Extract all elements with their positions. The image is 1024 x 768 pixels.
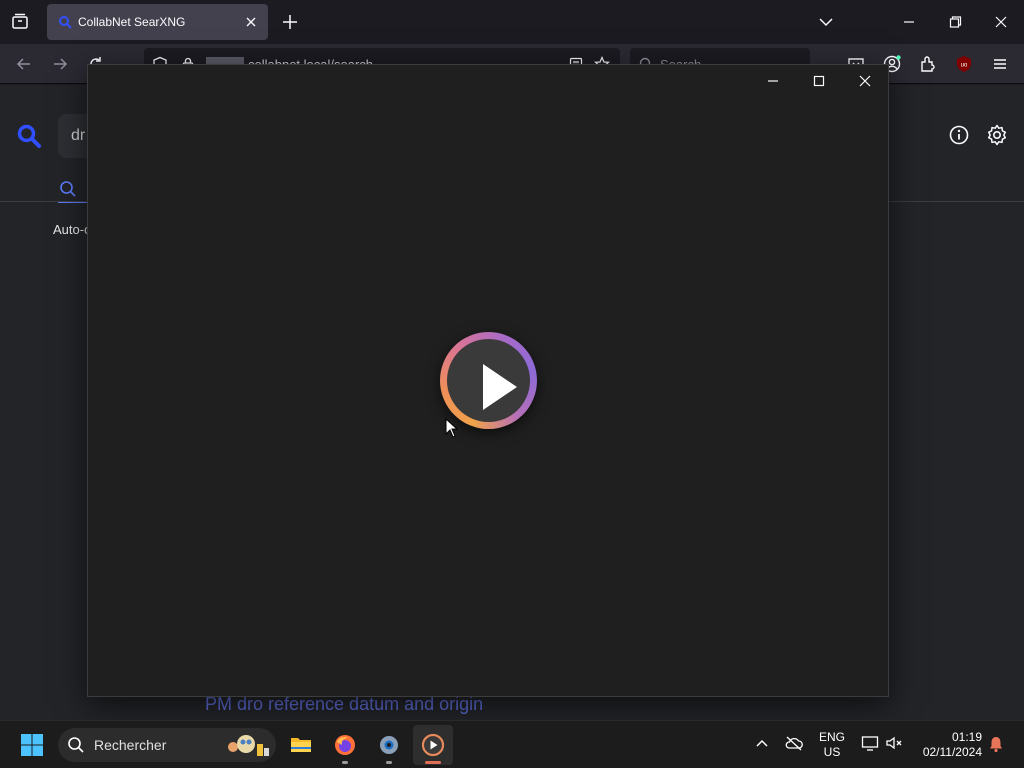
autocomplete-label: Auto-c (53, 222, 91, 237)
clock-date: 02/11/2024 (922, 745, 982, 759)
play-icon (483, 364, 517, 410)
taskbar-search-label: Rechercher (94, 737, 167, 753)
running-indicator (342, 761, 348, 764)
media-player-taskbar-button[interactable] (413, 725, 453, 765)
media-player-window[interactable] (87, 64, 889, 697)
searxng-logo-icon[interactable] (16, 123, 42, 149)
system-clock[interactable]: 01:19 02/11/2024 (912, 730, 982, 760)
chevron-up-icon[interactable] (752, 733, 772, 753)
svg-text:uo: uo (961, 63, 968, 69)
close-icon[interactable] (855, 71, 875, 91)
input-language[interactable]: ENG US (816, 730, 848, 760)
info-icon[interactable] (948, 124, 970, 146)
search-icon (60, 181, 76, 197)
cloud-offline-icon[interactable] (784, 733, 804, 753)
file-explorer-button[interactable] (281, 725, 321, 765)
file-explorer-icon (291, 738, 311, 752)
search-icon (68, 737, 84, 753)
forward-icon[interactable] (50, 54, 70, 74)
settings-app-button[interactable] (369, 725, 409, 765)
searxng-favicon (59, 16, 72, 29)
minimize-icon[interactable] (897, 10, 921, 34)
search-highlight-icon (228, 735, 269, 756)
taskbar-search[interactable]: Rechercher (58, 728, 276, 762)
play-button-inner (447, 339, 530, 422)
chevron-down-icon[interactable] (816, 12, 836, 32)
query-text: dr (71, 127, 86, 144)
back-icon[interactable] (14, 54, 34, 74)
maximize-icon[interactable] (809, 71, 829, 91)
plus-icon[interactable] (280, 12, 300, 32)
settings-app-icon (380, 736, 398, 754)
gear-icon[interactable] (985, 123, 1009, 147)
clock-time: 01:19 (951, 730, 982, 744)
minimize-icon[interactable] (763, 71, 783, 91)
extensions-icon[interactable] (918, 54, 938, 74)
media-player-icon (421, 733, 445, 757)
running-indicator (386, 761, 392, 764)
sound-muted-icon[interactable] (884, 733, 904, 753)
monitor-icon[interactable] (860, 733, 880, 753)
mouse-cursor-icon (445, 418, 459, 438)
restore-icon[interactable] (943, 10, 967, 34)
lang-code: ENG (818, 730, 845, 744)
browser-tabstrip: CollabNet SearXNG (0, 0, 1024, 44)
ublock-icon[interactable]: uo (954, 54, 974, 74)
menu-icon[interactable] (990, 54, 1010, 74)
play-button[interactable] (440, 332, 537, 429)
windows-start-icon[interactable] (20, 733, 44, 757)
close-window-icon[interactable] (989, 10, 1013, 34)
tab-title: CollabNet SearXNG (78, 15, 186, 29)
firefox-button[interactable] (325, 725, 365, 765)
close-icon[interactable] (242, 13, 260, 31)
bell-icon[interactable] (987, 735, 1005, 753)
tab-list-icon[interactable] (8, 10, 32, 34)
taskbar: Rechercher ENG US 01:19 02/11/2024 (0, 720, 1024, 768)
tab-searxng[interactable]: CollabNet SearXNG (47, 4, 268, 40)
firefox-icon (335, 735, 355, 755)
active-indicator (425, 761, 441, 764)
result-title-link[interactable]: PM dro reference datum and origin (205, 694, 483, 715)
lang-region: US (823, 745, 841, 759)
